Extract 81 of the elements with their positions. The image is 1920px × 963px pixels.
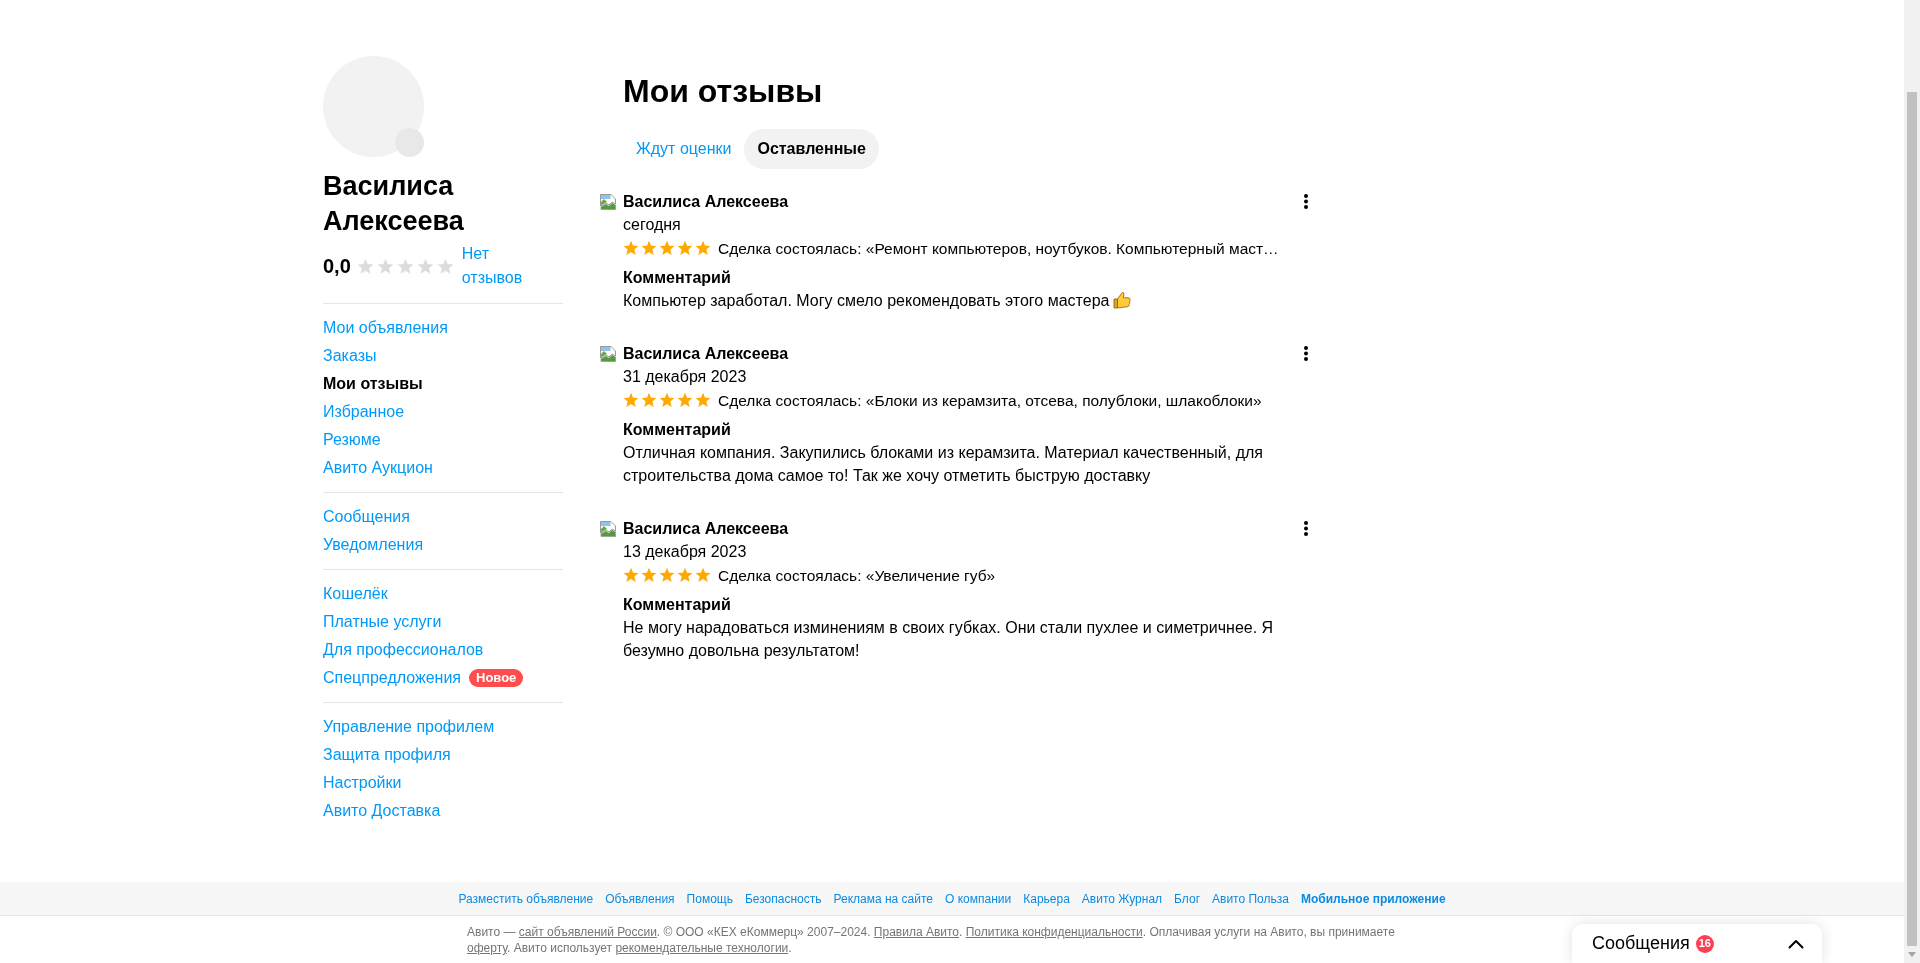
sidebar-item[interactable]: Авито Доставка	[323, 797, 441, 825]
star-icon	[659, 392, 675, 408]
broken-image-icon	[600, 346, 616, 362]
star-icon	[641, 392, 657, 408]
sidebar-item[interactable]: Платные услуги	[323, 608, 442, 636]
unread-count-badge: 16	[1695, 934, 1714, 953]
comment-text: Компьютер заработал. Могу смело рекомендовать этого мастера	[623, 292, 1110, 309]
footer-link[interactable]: Блог	[1174, 890, 1201, 907]
star-icon	[641, 567, 657, 583]
copyright-text: Авито — сайт объявлений России. © ООО «КЕХ еКоммерц» 2007–2024. Правила Авито. Политика конфиденциальности. Оплачивая услуги на Авито, вы принимаете оферту. Авито использует рекомендательные технологии.	[467, 924, 1396, 956]
legal-link[interactable]: сайт объявлений России	[518, 925, 657, 939]
deal-title: Сделка состоялась: «Ремонт компьютеров, ноутбуков. Компьютерный маст…	[718, 238, 1279, 259]
footer-link[interactable]: Реклама на сайте	[833, 890, 934, 907]
tab[interactable]: Оставленные	[744, 129, 879, 169]
three-dots-icon	[1304, 346, 1308, 361]
reviewer-name: Василиса Алексеева	[623, 192, 789, 212]
profile-name: Василиса Алексеева	[323, 170, 465, 238]
footer-link[interactable]: Разместить объявление	[458, 890, 594, 907]
review-date: сегодня	[623, 215, 681, 235]
sidebar-item[interactable]: Избранное	[323, 398, 405, 426]
broken-image-icon	[600, 521, 616, 537]
footer-link[interactable]: О компании	[945, 890, 1012, 907]
reviewer-name: Василиса Алексеева	[623, 519, 789, 539]
footer-link[interactable]: Авито Журнал	[1081, 890, 1163, 907]
sidebar-item[interactable]: Сообщения	[323, 503, 410, 531]
sidebar-item[interactable]: Мои объявления	[323, 314, 448, 342]
star-icon	[623, 240, 639, 256]
comment-label: Комментарий	[623, 420, 731, 440]
comment-text: Не могу нарадоваться изминениям в своих губках. Они стали пухлее и симетричнее. Я безумно довольна результатом!	[623, 619, 1274, 659]
star-icon	[416, 257, 434, 275]
legal-link[interactable]: Политика конфиденциальности	[965, 925, 1143, 939]
sidebar-item[interactable]: Защита профиля	[323, 741, 451, 769]
messages-panel[interactable]: Сообщения 16	[1572, 924, 1822, 963]
footer-link[interactable]: Безопасность	[744, 890, 822, 907]
scrollbar-thumb[interactable]	[1907, 92, 1917, 946]
star-icon	[641, 240, 657, 256]
footer-link[interactable]: Объявления	[605, 890, 675, 907]
star-icon	[436, 257, 454, 275]
star-icon	[659, 567, 675, 583]
comment-label: Комментарий	[623, 268, 731, 288]
star-icon	[659, 240, 675, 256]
page-title: Мои отзывы	[623, 72, 823, 111]
footer-link[interactable]: Авито Польза	[1212, 890, 1289, 907]
star-icon	[376, 257, 394, 275]
footer-link[interactable]: Помощь	[686, 890, 733, 907]
star-icon	[396, 257, 414, 275]
star-icon	[677, 240, 693, 256]
no-reviews-link[interactable]: Нет отзывов	[461, 242, 537, 290]
star-icon	[623, 567, 639, 583]
star-icon	[695, 392, 711, 408]
broken-image-icon	[600, 194, 616, 210]
footer-link[interactable]: Карьера	[1023, 890, 1070, 907]
star-icon	[623, 392, 639, 408]
deal-title: Сделка состоялась: «Увеличение губ»	[718, 565, 996, 586]
sidebar-item[interactable]: Резюме	[323, 426, 381, 454]
sidebar-item[interactable]: Уведомления	[323, 531, 424, 559]
sidebar-item[interactable]: Для профессионалов	[323, 636, 484, 664]
comment-label: Комментарий	[623, 595, 731, 615]
star-icon	[356, 257, 374, 275]
three-dots-icon	[1304, 521, 1308, 536]
review-date: 31 декабря 2023	[623, 367, 747, 387]
sidebar-item[interactable]: Спецпредложения	[323, 664, 461, 692]
sidebar-item[interactable]: Управление профилем	[323, 713, 495, 741]
sidebar-item[interactable]: Настройки	[323, 769, 402, 797]
star-icon	[677, 567, 693, 583]
tab[interactable]: Ждут оценки	[623, 129, 745, 169]
rating-value: 0,0	[323, 254, 351, 278]
three-dots-icon	[1304, 194, 1308, 209]
review-date: 13 декабря 2023	[623, 542, 747, 562]
star-icon	[677, 392, 693, 408]
comment-text: Отличная компания. Закупились блоками из керамзита. Материал качественный, для строительства дома самое то! Так же хочу отметить быструю доставку	[623, 444, 1263, 484]
star-icon	[695, 240, 711, 256]
new-badge: Новое	[469, 669, 524, 687]
sidebar-item[interactable]: Кошелёк	[323, 580, 388, 608]
star-icon	[695, 567, 711, 583]
sidebar-item[interactable]: Авито Аукцион	[323, 454, 433, 482]
reviewer-name: Василиса Алексеева	[623, 344, 789, 364]
sidebar-item[interactable]: Мои отзывы	[323, 370, 423, 398]
deal-title: Сделка состоялась: «Блоки из керамзита, отсева, полублоки, шлакоблоки»	[718, 390, 1262, 411]
footer-link[interactable]: Мобильное приложение	[1300, 890, 1446, 907]
sidebar-item[interactable]: Заказы	[323, 342, 377, 370]
